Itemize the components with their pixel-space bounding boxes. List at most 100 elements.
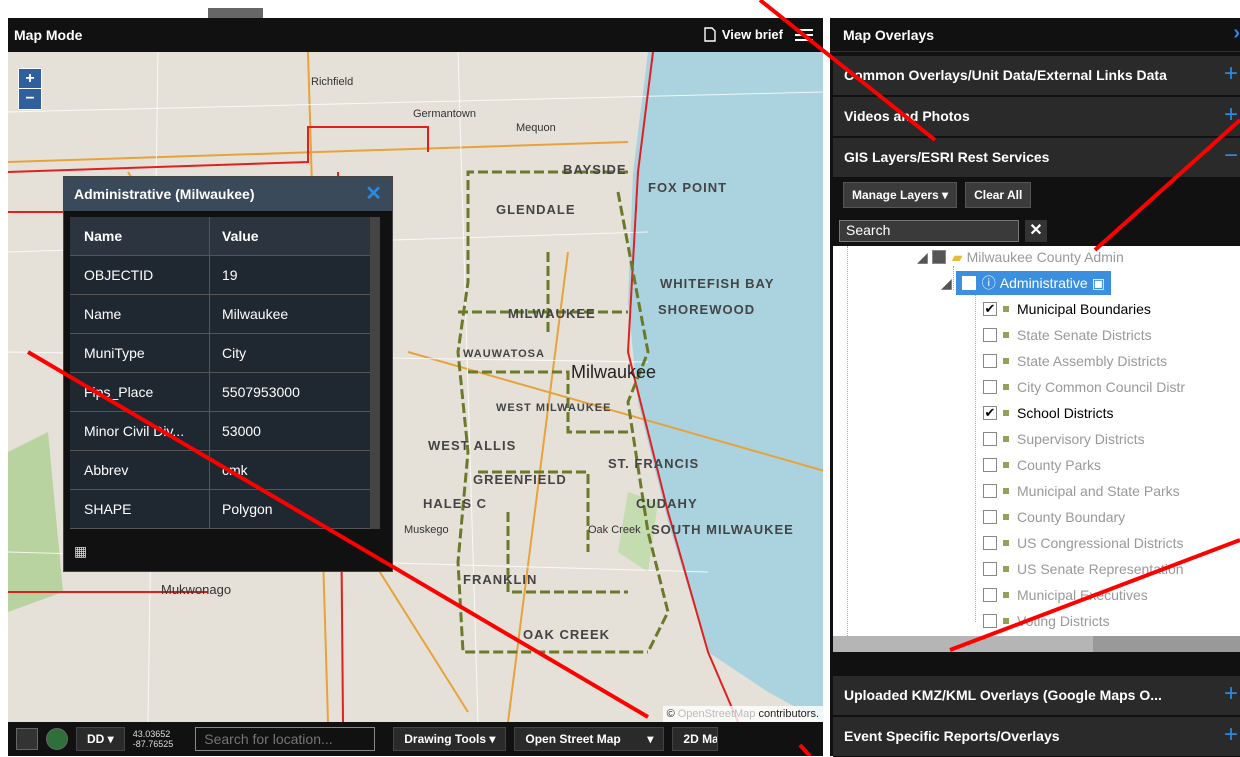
zoom-in-button[interactable]: +	[19, 69, 41, 89]
layer-row[interactable]: Municipal Executives	[983, 582, 1148, 608]
layer-search-input[interactable]: Search	[839, 220, 1019, 242]
export-table-icon[interactable]: ▦	[74, 543, 94, 563]
map-canvas[interactable]: + − Richfield Germantown Mequon Muskego …	[8, 52, 823, 722]
layer-label: State Senate Districts	[1017, 327, 1152, 343]
checkbox[interactable]	[931, 250, 946, 264]
layer-checkbox[interactable]	[983, 562, 997, 576]
place-label: Milwaukee	[571, 362, 657, 382]
layer-checkbox[interactable]	[983, 614, 997, 628]
layer-row[interactable]: ✔ School Districts	[983, 400, 1113, 426]
close-icon[interactable]: ✕	[365, 177, 382, 211]
column-header-value[interactable]: Value	[210, 228, 380, 244]
latitude: 43.03652	[132, 729, 171, 739]
info-icon: ⓘ	[981, 275, 996, 291]
zoom-out-button[interactable]: −	[19, 89, 41, 109]
layer-row[interactable]: Municipal and State Parks	[983, 478, 1180, 504]
overlays-header: Map Overlays ›	[830, 18, 1240, 52]
layer-row[interactable]: State Assembly Districts	[983, 348, 1167, 374]
longitude: -87.76525	[132, 739, 174, 749]
layer-bullet-icon	[1003, 514, 1009, 520]
section-event-reports[interactable]: Event Specific Reports/Overlays +	[833, 717, 1240, 757]
layer-row[interactable]: ✔ Municipal Boundaries	[983, 296, 1151, 322]
place-label: Mequon	[516, 122, 556, 134]
column-header-name[interactable]: Name	[70, 217, 210, 255]
plus-icon[interactable]: +	[1224, 60, 1238, 88]
bottom-toolbar: DD ▾ 43.03652 -87.76525 Drawing Tools ▾ …	[8, 722, 823, 756]
city-label: ST. FRANCIS	[608, 456, 700, 471]
row-value: Milwaukee	[222, 306, 289, 322]
plus-icon[interactable]: +	[1224, 101, 1238, 129]
layer-checkbox[interactable]	[983, 510, 997, 524]
city-label: WHITEFISH BAY	[660, 276, 775, 291]
popup-scrollbar[interactable]	[370, 217, 380, 529]
chevron-right-icon[interactable]: ›	[1233, 22, 1240, 45]
section-gis-layers[interactable]: GIS Layers/ESRI Rest Services −	[833, 138, 1240, 178]
drawing-tools-button[interactable]: Drawing Tools ▾	[393, 727, 507, 751]
layer-bullet-icon	[1003, 384, 1009, 390]
section-uploaded-kml[interactable]: Uploaded KMZ/KML Overlays (Google Maps O…	[833, 676, 1240, 716]
table-header: Name Value	[70, 217, 380, 256]
coord-format-dropdown[interactable]: DD ▾	[76, 727, 125, 751]
measure-icon[interactable]	[16, 728, 38, 750]
table-row: SHAPE Polygon	[70, 490, 380, 529]
layer-checkbox[interactable]	[983, 354, 997, 368]
layer-bullet-icon	[1003, 488, 1009, 494]
layer-row[interactable]: US Congressional Districts	[983, 530, 1184, 556]
collapse-arrow-icon[interactable]: ◢	[941, 275, 952, 292]
place-label: Richfield	[311, 76, 354, 88]
checkbox[interactable]	[961, 276, 976, 290]
popup-header: Administrative (Milwaukee) ✕	[64, 177, 392, 211]
section-common-overlays[interactable]: Common Overlays/Unit Data/External Links…	[833, 56, 1240, 96]
layer-checkbox[interactable]	[983, 588, 997, 602]
panel-handle[interactable]	[208, 8, 263, 18]
crosshair-icon[interactable]	[46, 728, 68, 750]
layer-checkbox[interactable]	[983, 458, 997, 472]
attribution-link[interactable]: OpenStreetMap	[678, 708, 756, 720]
manage-layers-button[interactable]: Manage Layers ▾	[843, 182, 958, 208]
layer-row[interactable]: State Senate Districts	[983, 322, 1152, 348]
tree-node-group[interactable]: ◢ ▰ Milwaukee County Admin	[917, 246, 1124, 270]
plus-icon[interactable]: +	[1224, 680, 1238, 708]
table-row: Name Milwaukee	[70, 295, 380, 334]
plus-icon[interactable]: +	[1224, 721, 1238, 749]
layer-bullet-icon	[1003, 358, 1009, 364]
layer-row[interactable]: County Parks	[983, 452, 1101, 478]
layer-checkbox[interactable]	[983, 380, 997, 394]
basemap-select[interactable]: Open Street Map ▾	[514, 727, 665, 751]
view-mode-button[interactable]: 2D Map	[672, 727, 719, 751]
location-search-input[interactable]	[195, 727, 376, 751]
layer-checkbox[interactable]	[983, 328, 997, 342]
layer-checkbox[interactable]: ✔	[983, 302, 997, 316]
minus-icon[interactable]: −	[1224, 142, 1238, 170]
tree-node-subgroup[interactable]: ◢ ⓘ Administrative ▣	[941, 270, 1111, 296]
view-brief-button[interactable]: View brief	[704, 27, 783, 42]
layer-row[interactable]: US Senate Representation	[983, 556, 1184, 582]
section-label: Uploaded KMZ/KML Overlays (Google Maps O…	[844, 687, 1162, 703]
layer-checkbox[interactable]: ✔	[983, 406, 997, 420]
basemap-label: Open Street Map	[525, 732, 621, 746]
tree-node-label: Administrative	[999, 275, 1088, 291]
section-label: Common Overlays/Unit Data/External Links…	[844, 67, 1167, 83]
coordinate-readout: 43.03652 -87.76525	[133, 729, 174, 749]
layer-row[interactable]: City Common Council Distr	[983, 374, 1185, 400]
collapse-arrow-icon[interactable]: ◢	[917, 249, 928, 266]
layer-checkbox[interactable]	[983, 484, 997, 498]
row-value: 5507953000	[222, 384, 300, 400]
table-row: MuniType City	[70, 334, 380, 373]
layer-checkbox[interactable]	[983, 432, 997, 446]
layer-row[interactable]: County Boundary	[983, 504, 1125, 530]
clear-all-button[interactable]: Clear All	[965, 182, 1032, 208]
layer-row[interactable]: Voting Districts	[983, 608, 1110, 634]
layer-row[interactable]: Supervisory Districts	[983, 426, 1145, 452]
city-label: FRANKLIN	[463, 572, 538, 587]
tree-horizontal-scrollbar[interactable]	[833, 636, 1240, 652]
clear-search-icon[interactable]: ✕	[1025, 220, 1047, 242]
layer-label: School Districts	[1017, 405, 1114, 421]
place-label: Mukwonago	[161, 582, 232, 597]
layer-bullet-icon	[1003, 436, 1009, 442]
row-value: 53000	[222, 423, 261, 439]
selected-node[interactable]: ⓘ Administrative ▣	[955, 271, 1111, 295]
menu-icon[interactable]	[795, 26, 813, 42]
section-videos-photos[interactable]: Videos and Photos +	[833, 97, 1240, 137]
layer-checkbox[interactable]	[983, 536, 997, 550]
